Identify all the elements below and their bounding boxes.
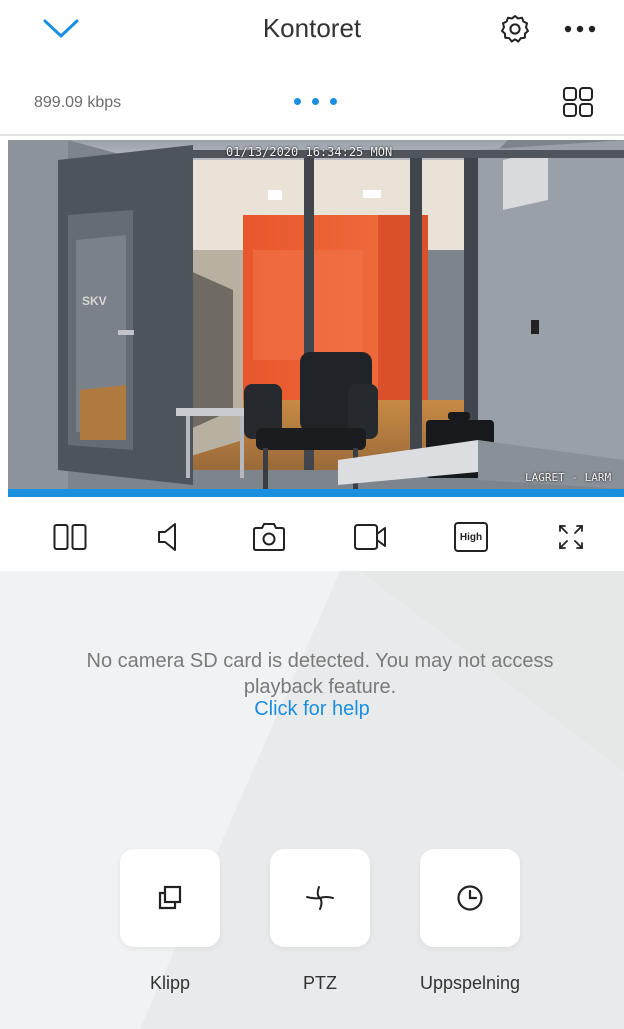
ptz-button[interactable] [270, 849, 370, 947]
stream-progress-bar [8, 489, 624, 497]
split-view-icon [53, 524, 87, 550]
more-button[interactable] [560, 14, 600, 44]
quality-label: High [459, 531, 483, 543]
video-timestamp: 01/13/2020 16:34:25 MON [226, 145, 393, 159]
door-sign: SKV [82, 294, 107, 308]
page-dot-2[interactable] [312, 98, 319, 105]
camera-scene: SKV [8, 140, 624, 489]
panel-background [140, 571, 624, 1029]
more-dots-icon [564, 25, 596, 33]
snapshot-icon [253, 523, 285, 551]
grid-icon [563, 87, 593, 117]
quality-badge: High [454, 522, 488, 552]
clips-label: Klipp [149, 973, 191, 993]
gear-icon [501, 15, 529, 43]
layout-button[interactable] [558, 84, 598, 120]
camera-watermark: LAGRET - LARM [525, 471, 612, 484]
snapshot-button[interactable] [249, 517, 289, 557]
playback-panel: No camera SD card is detected. You may n… [0, 571, 624, 1029]
page-dot-3[interactable] [330, 98, 337, 105]
ptz-icon [306, 886, 334, 910]
fullscreen-button[interactable] [551, 517, 591, 557]
audio-button[interactable] [148, 517, 188, 557]
live-video-feed[interactable]: SKV 01/13/2020 16:34:25 MON LAGRET - LAR… [8, 140, 624, 489]
settings-button[interactable] [496, 11, 534, 47]
split-view-button[interactable] [50, 517, 90, 557]
page-dot-1[interactable] [294, 98, 301, 105]
clock-icon [457, 885, 483, 911]
quality-button[interactable]: High [451, 517, 491, 557]
video-controls: High [0, 503, 624, 569]
clips-icon [158, 885, 182, 910]
sd-card-notice: No camera SD card is detected. You may n… [86, 650, 554, 698]
playback-label: Uppspelning [419, 973, 521, 993]
record-icon [354, 524, 386, 550]
speaker-icon [158, 523, 176, 551]
playback-button[interactable] [420, 849, 520, 947]
help-link[interactable]: Click for help [0, 698, 624, 721]
divider [0, 134, 624, 136]
ptz-label: PTZ [303, 973, 337, 993]
fullscreen-icon [559, 525, 583, 549]
record-button[interactable] [350, 517, 390, 557]
top-bar: Kontoret [0, 0, 624, 60]
bitrate-label: 899.09 kbps [34, 94, 122, 111]
clips-button[interactable] [120, 849, 220, 947]
